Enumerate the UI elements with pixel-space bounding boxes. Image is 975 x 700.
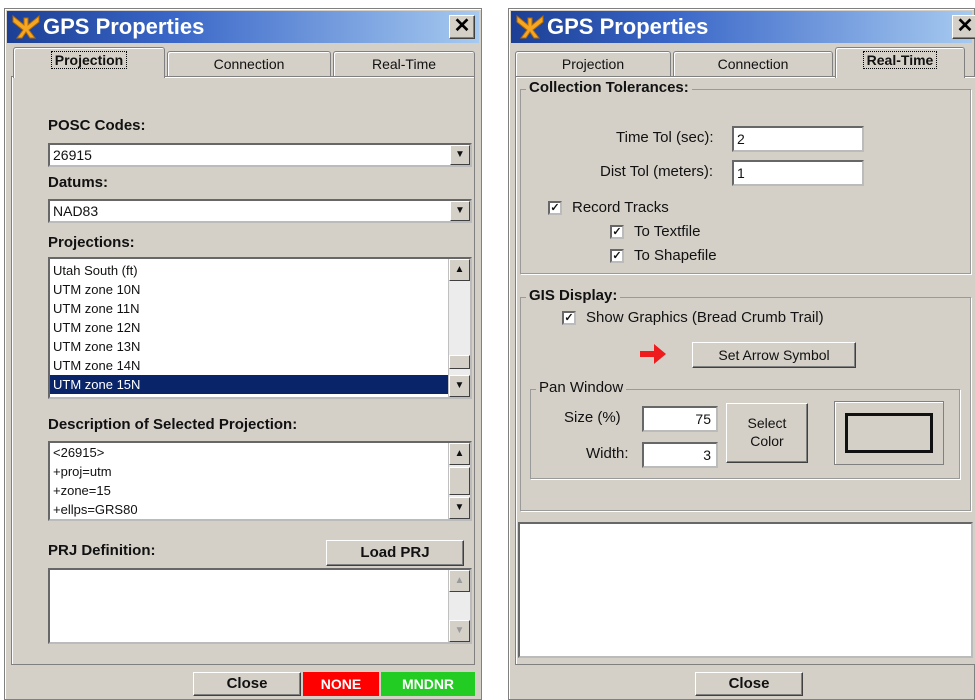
tab-real-time[interactable]: Real-Time xyxy=(835,47,965,78)
set-arrow-symbol-button[interactable]: Set Arrow Symbol xyxy=(692,342,856,368)
datums-label: Datums: xyxy=(48,174,109,191)
gis-display-label: GIS Display: xyxy=(526,287,621,304)
description-line: +zone=15 xyxy=(53,483,111,498)
status-badge-mndnr: MNDNR xyxy=(381,672,475,696)
to-shapefile-label: To Shapefile xyxy=(634,247,717,264)
scroll-up-icon[interactable]: ▲ xyxy=(449,259,470,281)
window-title: GPS Properties xyxy=(547,14,709,39)
tab-projection[interactable]: Projection xyxy=(515,51,671,77)
list-item[interactable]: UTM zone 13N xyxy=(50,337,448,356)
tab-connection[interactable]: Connection xyxy=(673,51,833,77)
show-graphics-label: Show Graphics (Bread Crumb Trail) xyxy=(586,309,824,326)
title-bar[interactable]: GPS Properties ✕ xyxy=(511,11,975,43)
list-item[interactable]: UTM zone 11N xyxy=(50,299,448,318)
to-textfile-label: To Textfile xyxy=(634,223,701,240)
record-tracks-checkbox[interactable]: ✓ xyxy=(548,201,562,215)
collection-tolerances-label: Collection Tolerances: xyxy=(526,79,692,96)
gps-properties-window-projection: GPS Properties ✕ Projection Connection R… xyxy=(4,8,482,700)
tab-projection[interactable]: Projection xyxy=(13,47,165,78)
description-line: +ellps=GRS80 xyxy=(53,502,138,517)
dist-tol-label: Dist Tol (meters): xyxy=(600,163,714,180)
record-tracks-label: Record Tracks xyxy=(572,199,669,216)
select-color-label-1: Select xyxy=(747,415,787,431)
to-textfile-checkbox[interactable]: ✓ xyxy=(610,225,624,239)
pan-window-label: Pan Window xyxy=(536,379,627,396)
gps-properties-window-realtime: GPS Properties ✕ Projection Connection R… xyxy=(508,8,975,700)
chevron-down-icon[interactable]: ▼ xyxy=(450,145,470,165)
airplane-logo-icon xyxy=(12,14,40,39)
scroll-thumb[interactable] xyxy=(449,355,470,369)
close-button[interactable]: Close xyxy=(695,672,803,696)
right-arrow-icon xyxy=(640,344,666,364)
to-shapefile-checkbox[interactable]: ✓ xyxy=(610,249,624,263)
airplane-logo-icon xyxy=(516,14,544,39)
status-log-box[interactable] xyxy=(518,522,973,658)
list-item[interactable]: UTM zone 12N xyxy=(50,318,448,337)
scroll-down-icon[interactable]: ▼ xyxy=(449,375,470,397)
select-color-label-2: Color xyxy=(750,433,784,449)
width-label: Width: xyxy=(586,445,629,462)
datums-value: NAD83 xyxy=(53,203,99,219)
close-icon[interactable]: ✕ xyxy=(952,15,975,39)
close-button[interactable]: Close xyxy=(193,672,301,696)
posc-codes-dropdown[interactable]: 26915 ▼ xyxy=(48,143,472,167)
description-line: <26915> xyxy=(53,445,105,460)
projections-scrollbar[interactable]: ▲ ▼ xyxy=(448,259,470,397)
list-item[interactable]: Utah South (ft) xyxy=(50,261,448,280)
list-item[interactable]: UTM zone 10N xyxy=(50,280,448,299)
realtime-panel: Collection Tolerances: Time Tol (sec): 2… xyxy=(515,76,975,665)
scroll-down-icon[interactable]: ▼ xyxy=(449,620,470,642)
projections-listbox[interactable]: Utah South (ft) UTM zone 10N UTM zone 11… xyxy=(48,257,472,399)
window-title: GPS Properties xyxy=(43,14,205,39)
time-tol-input[interactable]: 2 xyxy=(732,126,864,152)
prj-scrollbar[interactable]: ▲ ▼ xyxy=(448,570,470,642)
list-item-selected[interactable]: UTM zone 15N xyxy=(50,375,448,394)
description-label: Description of Selected Projection: xyxy=(48,416,298,433)
title-bar[interactable]: GPS Properties ✕ xyxy=(7,11,479,43)
projections-label: Projections: xyxy=(48,234,135,251)
description-line: +proj=utm xyxy=(53,464,112,479)
size-label: Size (%) xyxy=(564,409,621,426)
chevron-down-icon[interactable]: ▼ xyxy=(450,201,470,221)
prj-definition-textbox[interactable]: ▲ ▼ xyxy=(48,568,472,644)
show-graphics-checkbox[interactable]: ✓ xyxy=(562,311,576,325)
size-input[interactable]: 75 xyxy=(642,406,718,432)
prj-definition-label: PRJ Definition: xyxy=(48,542,156,559)
pan-window-preview xyxy=(845,413,933,453)
color-preview xyxy=(834,401,944,465)
posc-codes-value: 26915 xyxy=(53,147,92,163)
tab-connection[interactable]: Connection xyxy=(167,51,331,77)
posc-codes-label: POSC Codes: xyxy=(48,117,146,134)
load-prj-button[interactable]: Load PRJ xyxy=(326,540,464,566)
description-scrollbar[interactable]: ▲ ▼ xyxy=(448,443,470,519)
description-textbox[interactable]: <26915> +proj=utm +zone=15 +ellps=GRS80 … xyxy=(48,441,472,521)
scroll-thumb[interactable] xyxy=(449,467,470,495)
status-badge-none: NONE xyxy=(303,672,379,696)
scroll-up-icon[interactable]: ▲ xyxy=(449,443,470,465)
time-tol-label: Time Tol (sec): xyxy=(616,129,714,146)
width-input[interactable]: 3 xyxy=(642,442,718,468)
projection-panel: POSC Codes: 26915 ▼ Datums: NAD83 ▼ Proj… xyxy=(11,76,475,665)
tab-real-time[interactable]: Real-Time xyxy=(333,51,475,77)
datums-dropdown[interactable]: NAD83 ▼ xyxy=(48,199,472,223)
list-item[interactable]: UTM zone 14N xyxy=(50,356,448,375)
close-icon[interactable]: ✕ xyxy=(449,15,475,39)
dist-tol-input[interactable]: 1 xyxy=(732,160,864,186)
select-color-button[interactable]: Select Color xyxy=(726,403,808,463)
scroll-down-icon[interactable]: ▼ xyxy=(449,497,470,519)
scroll-up-icon[interactable]: ▲ xyxy=(449,570,470,592)
